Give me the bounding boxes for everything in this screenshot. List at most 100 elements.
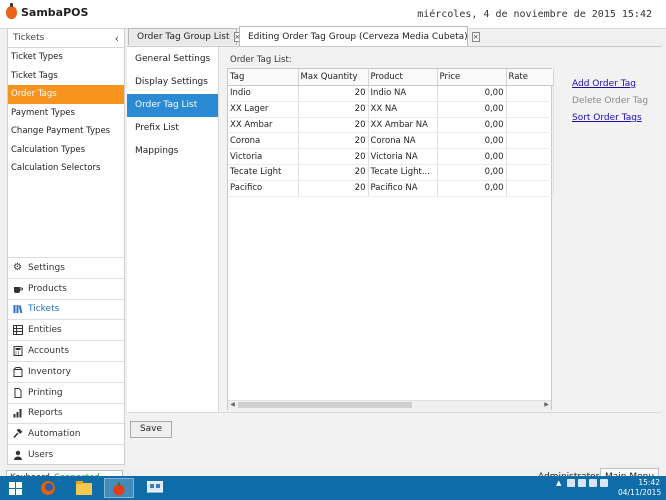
tab-editing-order-tag-group[interactable]: Editing Order Tag Group (Cerveza Media C… xyxy=(239,26,480,46)
cell-max-quantity[interactable]: 20 xyxy=(298,164,369,181)
cell-price[interactable]: 0,00 xyxy=(437,148,507,165)
cell-rate[interactable] xyxy=(506,180,554,197)
cell-rate[interactable] xyxy=(506,132,554,150)
cell-price[interactable]: 0,00 xyxy=(437,164,507,181)
table-row[interactable]: Pacifico 20 Pacifico NA 0,00 xyxy=(228,180,554,197)
taskbar-clock[interactable]: 15:42 04/11/2015 xyxy=(618,478,661,497)
cell-product[interactable]: Indio NA xyxy=(368,85,438,102)
cell-tag[interactable]: XX Lager xyxy=(228,101,299,118)
cell-max-quantity[interactable]: 20 xyxy=(298,101,369,118)
left-item-calculation-types[interactable]: Calculation Types xyxy=(8,141,124,160)
cell-product[interactable]: Victoria NA xyxy=(368,148,438,165)
order-tag-actions: Add Order Tag Delete Order Tag Sort Orde… xyxy=(572,76,648,126)
cell-product[interactable]: Corona NA xyxy=(368,132,438,150)
cell-tag[interactable]: Indio xyxy=(228,85,299,102)
section-order-tag-list[interactable]: Order Tag List xyxy=(127,94,226,117)
cell-rate[interactable] xyxy=(506,101,554,118)
table-row[interactable]: Victoria 20 Victoria NA 0,00 xyxy=(228,148,554,165)
column-header-tag[interactable]: Tag xyxy=(228,69,299,86)
nav-reports-label: Reports xyxy=(28,408,63,419)
coffee-cup-icon xyxy=(12,283,23,294)
cell-rate[interactable] xyxy=(506,117,554,134)
nav-users[interactable]: Users xyxy=(8,444,124,465)
scroll-right-arrow-icon[interactable]: ▶ xyxy=(542,400,551,409)
table-row[interactable]: Indio 20 Indio NA 0,00 xyxy=(228,85,554,102)
cell-tag[interactable]: XX Ambar xyxy=(228,117,299,134)
section-display-settings[interactable]: Display Settings xyxy=(127,71,218,94)
cell-max-quantity[interactable]: 20 xyxy=(298,180,369,197)
chevron-up-icon[interactable]: ▲ xyxy=(556,479,564,487)
nav-tickets[interactable]: Tickets xyxy=(8,298,124,320)
table-row[interactable]: Tecate Light 20 Tecate Light... 0,00 xyxy=(228,164,554,181)
nav-accounts[interactable]: Accounts xyxy=(8,340,124,361)
section-prefix-list[interactable]: Prefix List xyxy=(127,117,218,140)
sambapos-icon[interactable] xyxy=(104,478,134,498)
cell-rate[interactable] xyxy=(506,85,554,102)
scrollbar-thumb[interactable] xyxy=(238,402,412,408)
column-header-price[interactable]: Price xyxy=(437,69,507,86)
section-general-settings[interactable]: General Settings xyxy=(127,48,218,71)
order-tag-grid[interactable]: Tag Max Quantity Product Price Rate Indi… xyxy=(227,68,554,410)
tab-order-tag-group-list[interactable]: Order Tag Group List × xyxy=(128,28,242,45)
cell-product[interactable]: XX NA xyxy=(368,101,438,118)
nav-products-label: Products xyxy=(28,283,67,294)
left-item-payment-types[interactable]: Payment Types xyxy=(8,104,124,123)
windows-start-icon[interactable] xyxy=(0,478,30,498)
network-app-icon[interactable] xyxy=(140,478,170,498)
cell-product[interactable]: Tecate Light... xyxy=(368,164,438,181)
left-item-calculation-selectors[interactable]: Calculation Selectors xyxy=(8,159,124,178)
column-header-max-quantity[interactable]: Max Quantity xyxy=(298,69,369,86)
app-logo: SambaPOS xyxy=(6,3,88,19)
cell-max-quantity[interactable]: 20 xyxy=(298,148,369,165)
left-item-change-payment-types[interactable]: Change Payment Types xyxy=(8,122,124,141)
nav-automation[interactable]: Automation xyxy=(8,423,124,444)
cell-price[interactable]: 0,00 xyxy=(437,117,507,134)
nav-accounts-label: Accounts xyxy=(28,346,70,357)
collapse-chevron-icon[interactable]: ‹ xyxy=(115,32,119,45)
flag-icon[interactable] xyxy=(567,479,575,487)
cell-price[interactable]: 0,00 xyxy=(437,180,507,197)
cell-max-quantity[interactable]: 20 xyxy=(298,132,369,150)
nav-printing[interactable]: Printing xyxy=(8,381,124,403)
table-row[interactable]: XX Lager 20 XX NA 0,00 xyxy=(228,101,554,118)
network-icon[interactable] xyxy=(589,479,597,487)
books-icon xyxy=(12,304,23,315)
cell-price[interactable]: 0,00 xyxy=(437,85,507,102)
delete-order-tag-link[interactable]: Delete Order Tag xyxy=(572,93,648,110)
cell-rate[interactable] xyxy=(506,164,554,181)
volume-icon[interactable] xyxy=(600,479,608,487)
left-item-order-tags[interactable]: Order Tags xyxy=(8,85,124,104)
table-row[interactable]: Corona 20 Corona NA 0,00 xyxy=(228,132,554,150)
column-header-product[interactable]: Product xyxy=(368,69,438,86)
nav-settings[interactable]: ⚙ Settings xyxy=(8,257,124,278)
section-mappings[interactable]: Mappings xyxy=(127,140,218,163)
cell-tag[interactable]: Tecate Light xyxy=(228,164,299,181)
firefox-icon[interactable] xyxy=(33,478,63,498)
battery-icon[interactable] xyxy=(578,479,586,487)
cell-rate[interactable] xyxy=(506,148,554,165)
cell-tag[interactable]: Pacifico xyxy=(228,180,299,197)
cell-tag[interactable]: Victoria xyxy=(228,148,299,165)
cell-max-quantity[interactable]: 20 xyxy=(298,85,369,102)
cell-price[interactable]: 0,00 xyxy=(437,132,507,150)
scroll-left-arrow-icon[interactable]: ◀ xyxy=(228,400,237,409)
cell-product[interactable]: XX Ambar NA xyxy=(368,117,438,134)
cell-tag[interactable]: Corona xyxy=(228,132,299,150)
add-order-tag-link[interactable]: Add Order Tag xyxy=(572,76,648,93)
file-explorer-icon[interactable] xyxy=(69,478,99,498)
nav-inventory[interactable]: Inventory xyxy=(8,360,124,382)
close-icon[interactable]: × xyxy=(471,31,480,42)
column-header-rate[interactable]: Rate xyxy=(506,69,554,86)
nav-products[interactable]: Products xyxy=(8,277,124,299)
cell-product[interactable]: Pacifico NA xyxy=(368,180,438,197)
sort-order-tags-link[interactable]: Sort Order Tags xyxy=(572,110,648,127)
left-item-ticket-types[interactable]: Ticket Types xyxy=(8,48,124,67)
save-button[interactable]: Save xyxy=(130,421,172,438)
nav-entities[interactable]: Entities xyxy=(8,319,124,340)
cell-max-quantity[interactable]: 20 xyxy=(298,117,369,134)
nav-reports[interactable]: Reports xyxy=(8,402,124,424)
left-item-ticket-tags[interactable]: Ticket Tags xyxy=(8,67,124,86)
cell-price[interactable]: 0,00 xyxy=(437,101,507,118)
table-row[interactable]: XX Ambar 20 XX Ambar NA 0,00 xyxy=(228,117,554,134)
order-tag-table: Tag Max Quantity Product Price Rate Indi… xyxy=(228,69,554,197)
